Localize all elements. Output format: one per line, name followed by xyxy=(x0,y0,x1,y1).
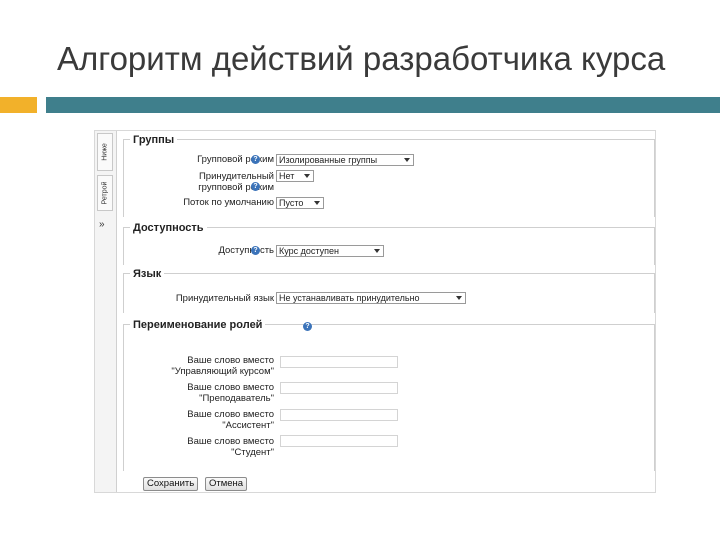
dock-tab-label: Ниже xyxy=(101,143,109,161)
group-mode-select[interactable]: Изолированные группы xyxy=(276,154,414,166)
chevron-down-icon xyxy=(404,158,410,162)
fieldset-legend: Доступность xyxy=(130,222,207,234)
role-label: "Управляющий курсом" xyxy=(171,366,274,377)
role-rename-input-student[interactable] xyxy=(280,435,398,447)
field-label: Принудительный язык xyxy=(175,293,274,304)
force-language-select[interactable]: Не устанавливать принудительно xyxy=(276,292,466,304)
slide-title: Алгоритм действий разработчика курса xyxy=(57,40,666,77)
fieldset-legend: Группы xyxy=(130,134,178,146)
role-rename-input-assistant[interactable] xyxy=(280,409,398,421)
chevron-down-icon xyxy=(374,249,380,253)
dock-tab-2[interactable]: Ретрой xyxy=(97,175,113,211)
fieldset-groups: Группы Групповой режим ? Изолированные г… xyxy=(123,134,655,217)
role-label: "Преподаватель" xyxy=(199,393,274,404)
fieldset-availability: Доступность Доступность ? Курс доступен xyxy=(123,222,655,265)
select-value: Не устанавливать принудительно xyxy=(279,293,420,303)
availability-select[interactable]: Курс доступен xyxy=(276,245,384,257)
fieldset-role-renaming: Переименование ролей ? Ваше слово вместо… xyxy=(123,319,655,471)
dock-tab-label: Ретрой xyxy=(101,181,109,205)
fieldset-language: Язык Принудительный язык Не устанавливат… xyxy=(123,268,655,313)
role-label: Ваше слово вместо xyxy=(187,355,274,366)
select-value: Пусто xyxy=(279,198,304,208)
cancel-button[interactable]: Отмена xyxy=(205,477,248,491)
help-icon[interactable]: ? xyxy=(251,246,260,255)
chevron-down-icon xyxy=(304,174,310,178)
default-grouping-select[interactable]: Пусто xyxy=(276,197,324,209)
help-icon[interactable]: ? xyxy=(251,155,260,164)
course-settings-screenshot: Ниже Ретрой » Группы Групповой режим ? И… xyxy=(94,130,656,493)
field-label: Поток по умолчанию xyxy=(183,197,274,208)
accent-bar xyxy=(0,97,37,113)
chevron-down-icon xyxy=(314,201,320,205)
legend-text: Переименование ролей xyxy=(133,319,263,331)
side-dock: Ниже Ретрой » xyxy=(95,131,117,492)
role-label: "Студент" xyxy=(231,447,274,458)
save-button[interactable]: Сохранить xyxy=(143,477,199,491)
select-value: Нет xyxy=(279,171,295,181)
role-label: "Ассистент" xyxy=(222,420,274,431)
field-label: Принудительный xyxy=(198,171,274,182)
fieldset-legend: Переименование ролей xyxy=(130,319,266,331)
chevron-down-icon xyxy=(456,296,462,300)
help-icon[interactable]: ? xyxy=(303,322,312,331)
double-chevron-right-icon[interactable]: » xyxy=(99,219,105,230)
fieldset-legend: Язык xyxy=(130,268,165,280)
select-value: Изолированные группы xyxy=(279,155,378,165)
help-icon[interactable]: ? xyxy=(251,182,260,191)
role-rename-input-teacher[interactable] xyxy=(280,382,398,394)
select-value: Курс доступен xyxy=(279,246,339,256)
role-label: Ваше слово вместо xyxy=(187,382,274,393)
title-underline-bar xyxy=(46,97,720,113)
dock-tab-1[interactable]: Ниже xyxy=(97,133,113,171)
forced-group-mode-select[interactable]: Нет xyxy=(276,170,314,182)
role-label: Ваше слово вместо xyxy=(187,409,274,420)
role-label: Ваше слово вместо xyxy=(187,436,274,447)
role-rename-input-manager[interactable] xyxy=(280,356,398,368)
